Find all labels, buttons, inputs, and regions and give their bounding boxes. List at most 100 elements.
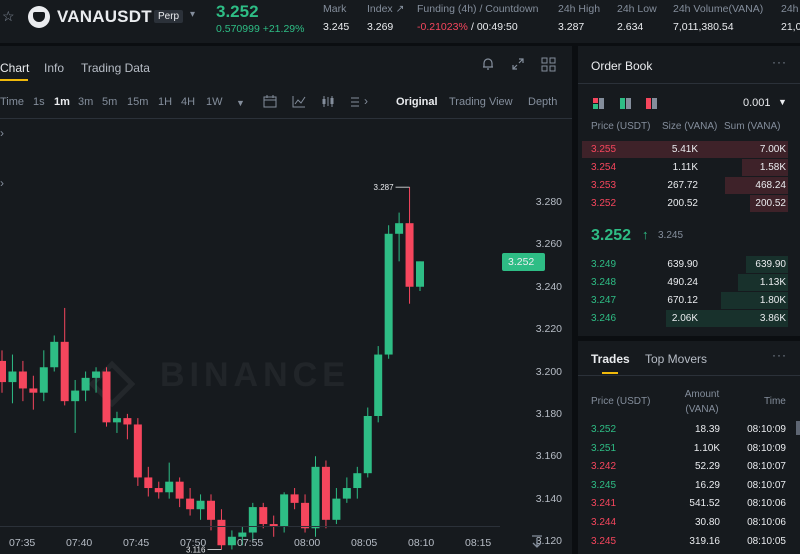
trade-row[interactable]: 3.245 16.29 08:10:07 [578, 477, 796, 494]
candle-body[interactable] [259, 507, 268, 525]
candle-body[interactable] [311, 466, 320, 529]
ask-row[interactable]: 3.255 5.41K 7.00K [578, 141, 800, 158]
candle-body[interactable] [0, 360, 6, 383]
candlestick-chart[interactable]: BINANCE 3.2873.116 [0, 120, 572, 554]
candle-body[interactable] [60, 341, 69, 402]
ask-row[interactable]: 3.253 267.72 468.24 [578, 177, 800, 194]
candle-body[interactable] [81, 377, 90, 391]
interval-15m[interactable]: 15m [127, 96, 148, 108]
favorite-star-icon[interactable]: ☆ [2, 8, 18, 24]
candle-body[interactable] [165, 481, 174, 493]
interval-1w[interactable]: 1W [206, 96, 223, 108]
candle-body[interactable] [112, 418, 121, 423]
view-both-sides-icon[interactable] [593, 98, 604, 112]
view-trading-view[interactable]: Trading View [449, 96, 513, 108]
bid-row[interactable]: 3.246 2.06K 3.86K [578, 310, 800, 327]
ask-row[interactable]: 3.254 1.11K 1.58K [578, 159, 800, 176]
ask-row[interactable]: 3.252 200.52 200.52 [578, 195, 800, 212]
bell-icon[interactable] [481, 57, 495, 74]
candle-body[interactable] [321, 466, 330, 520]
ticker-header: ☆ VANAUSDT Perp ▾ 3.252 0.570999 +21.29%… [0, 0, 800, 44]
chart-style-icon[interactable] [321, 95, 335, 111]
candle-body[interactable] [342, 488, 351, 499]
interval-more-chevron-icon[interactable]: ▼ [236, 98, 245, 108]
candle-body[interactable] [196, 500, 205, 510]
tab-info[interactable]: Info [44, 61, 64, 75]
candle-body[interactable] [102, 371, 111, 423]
time-label[interactable]: Time [0, 96, 24, 108]
candle-body[interactable] [280, 494, 289, 527]
interval-1m[interactable]: 1m [54, 96, 70, 108]
trade-row[interactable]: 3.242 52.29 08:10:07 [578, 458, 796, 475]
candle-body[interactable] [332, 498, 341, 520]
precision-chevron-icon[interactable]: ▼ [778, 97, 787, 107]
y-axis-tick: 3.160 [535, 450, 562, 463]
trade-row[interactable]: 3.251 1.10K 08:10:09 [578, 440, 796, 457]
candle-body[interactable] [50, 341, 59, 368]
candle-body[interactable] [8, 371, 17, 383]
interval-1h[interactable]: 1H [158, 96, 172, 108]
order-book-more-icon[interactable]: ··· [772, 55, 787, 69]
index-label[interactable]: Index ↗ [367, 3, 404, 15]
order-book-divider [578, 83, 800, 84]
indicators-icon[interactable] [292, 95, 306, 111]
x-axis-tick: 07:55 [237, 537, 264, 549]
candle-body[interactable] [39, 367, 48, 393]
trade-row[interactable]: 3.245 319.16 08:10:05 [578, 533, 796, 550]
candle-body[interactable] [71, 390, 80, 402]
candle-body[interactable] [92, 371, 101, 378]
expand-icon[interactable] [511, 57, 525, 74]
bid-row[interactable]: 3.249 639.90 639.90 [578, 256, 800, 273]
candle-body[interactable] [133, 424, 142, 478]
view-bids-only-icon[interactable] [620, 98, 631, 112]
candle-body[interactable] [154, 488, 163, 493]
tab-trading-data[interactable]: Trading Data [81, 61, 150, 75]
view-depth[interactable]: Depth [528, 96, 557, 108]
candle-body[interactable] [248, 507, 257, 533]
candle-body[interactable] [207, 500, 215, 520]
candle-body[interactable] [416, 261, 424, 287]
trades-more-icon[interactable]: ··· [772, 348, 787, 362]
candle-body[interactable] [301, 502, 310, 529]
trade-row[interactable]: 3.244 30.80 08:10:06 [578, 514, 796, 531]
view-original[interactable]: Original [396, 96, 438, 108]
trade-row[interactable]: 3.241 541.52 08:10:06 [578, 495, 796, 512]
trade-row[interactable]: 3.252 18.39 08:10:09 [578, 421, 796, 438]
bid-row[interactable]: 3.247 670.12 1.80K [578, 292, 800, 309]
symbol-name[interactable]: VANAUSDT [57, 7, 152, 27]
candle-body[interactable] [29, 388, 38, 393]
trade-time: 08:10:09 [747, 442, 786, 454]
candle-body[interactable] [18, 371, 27, 389]
symbol-dropdown-chevron-icon[interactable]: ▾ [190, 9, 195, 20]
candle-body[interactable] [144, 477, 153, 489]
candle-body[interactable] [374, 354, 383, 416]
go-to-latest-icon[interactable] [531, 535, 543, 552]
view-asks-only-icon[interactable] [646, 98, 657, 112]
trades-scrollbar[interactable] [796, 421, 800, 435]
interval-3m[interactable]: 3m [78, 96, 93, 108]
candle-body[interactable] [363, 415, 372, 474]
toolbar-scroll-right-chevron-icon[interactable]: › [364, 94, 368, 108]
bid-row[interactable]: 3.248 490.24 1.13K [578, 274, 800, 291]
interval-4h[interactable]: 4H [181, 96, 195, 108]
interval-1s[interactable]: 1s [33, 96, 45, 108]
settings-icon[interactable] [350, 95, 360, 111]
vana-logo [28, 6, 50, 28]
candle-body[interactable] [290, 494, 299, 503]
candle-body[interactable] [395, 223, 404, 234]
candle-body[interactable] [186, 498, 195, 510]
layout-grid-icon[interactable] [541, 57, 556, 75]
precision-select[interactable]: 0.001 [743, 97, 771, 109]
candle-body[interactable] [353, 473, 362, 489]
candle-body[interactable] [405, 223, 414, 287]
candle-body[interactable] [384, 233, 393, 355]
tab-top-movers[interactable]: Top Movers [645, 352, 707, 366]
calendar-icon[interactable] [263, 95, 277, 111]
candle-body[interactable] [175, 481, 184, 499]
candle-body[interactable] [123, 418, 132, 425]
high-24h-label: 24h High [558, 3, 601, 15]
tab-trades[interactable]: Trades [591, 352, 630, 366]
tab-chart[interactable]: Chart [0, 61, 29, 75]
trade-time: 08:10:07 [747, 479, 786, 491]
interval-5m[interactable]: 5m [102, 96, 117, 108]
